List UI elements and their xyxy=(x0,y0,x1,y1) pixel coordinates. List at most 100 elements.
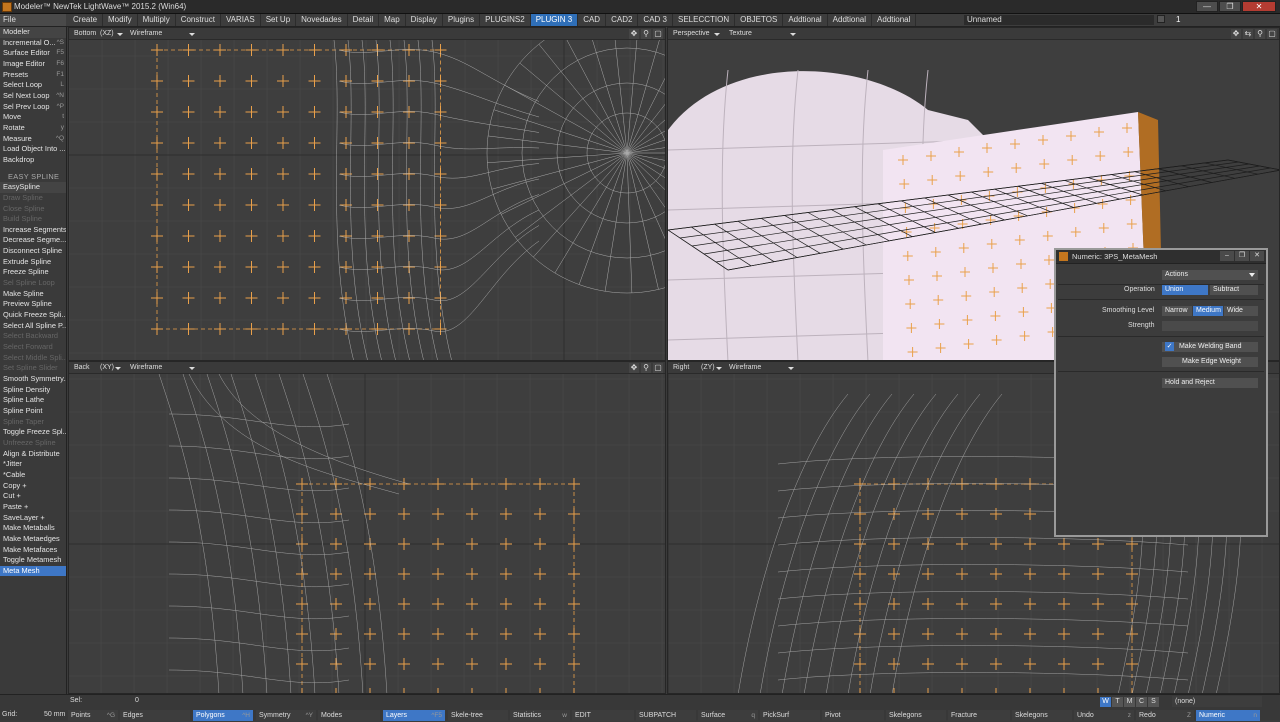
mode-button-c[interactable]: C xyxy=(1136,697,1147,707)
surface-select[interactable]: (none) xyxy=(1172,696,1262,707)
maximize-icon[interactable]: ▢ xyxy=(653,363,663,373)
make-edge-weight-button[interactable]: Make Edge Weight xyxy=(1162,357,1258,367)
sidebar-item-cut[interactable]: Cut + xyxy=(0,491,66,502)
tool-layers-button[interactable]: Layers ^F5 xyxy=(383,710,445,721)
sidebar-item-image-editor[interactable]: Image Editor F6 xyxy=(0,59,66,70)
tab-cad-3[interactable]: CAD 3 xyxy=(638,14,673,26)
sidebar-item-paste[interactable]: Paste + xyxy=(0,502,66,513)
tab-plugin-3[interactable]: PLUGIN 3 xyxy=(530,14,579,26)
tab-map[interactable]: Map xyxy=(379,14,406,26)
tab-multiply[interactable]: Multiply xyxy=(138,14,176,26)
sidebar-item-make-metaballs[interactable]: Make Metaballs xyxy=(0,523,66,534)
sidebar-item-meta-mesh[interactable]: Meta Mesh xyxy=(0,565,66,577)
axes-select[interactable]: (ZY) xyxy=(698,363,724,373)
sidebar-item-preview-spline[interactable]: Preview Spline xyxy=(0,299,66,310)
tool-pivot-button[interactable]: Pivot xyxy=(822,710,884,721)
sidebar-item-set-spline-slider[interactable]: Set Spline Slider xyxy=(0,363,66,374)
sidebar-item-load-object-into[interactable]: Load Object Into ... xyxy=(0,144,66,155)
maximize-icon[interactable]: ▢ xyxy=(653,29,663,39)
zoom-icon[interactable]: ⚲ xyxy=(641,29,651,39)
sidebar-item-toggle-freeze-spl[interactable]: Toggle Freeze Spl... xyxy=(0,427,66,438)
sidebar-item-spline-taper[interactable]: Spline Taper xyxy=(0,417,66,428)
sidebar-item-rotate[interactable]: Rotate y xyxy=(0,123,66,134)
object-select[interactable]: Unnamed xyxy=(964,15,1154,25)
mode-button-s[interactable]: S xyxy=(1148,697,1159,707)
render-mode-select[interactable]: Wireframe xyxy=(726,363,796,373)
sidebar-item-disconnect-spline[interactable]: Disconnect Spline xyxy=(0,246,66,257)
zoom-icon[interactable]: ⚲ xyxy=(641,363,651,373)
tool-subpatch-button[interactable]: SUBPATCH xyxy=(636,710,696,721)
tool-skelegons-button[interactable]: Skelegons xyxy=(1012,710,1072,721)
sidebar-item-easyspline[interactable]: EasySpline xyxy=(0,182,66,193)
tool-edit-button[interactable]: EDIT xyxy=(572,710,634,721)
sidebar-item-make-metafaces[interactable]: Make Metafaces xyxy=(0,545,66,556)
tab-display[interactable]: Display xyxy=(406,14,443,26)
smoothing-wide-button[interactable]: Wide xyxy=(1224,306,1258,316)
sidebar-item-build-spline[interactable]: Build Spline xyxy=(0,214,66,225)
mode-button-m[interactable]: M xyxy=(1124,697,1135,707)
sidebar-item-make-metaedges[interactable]: Make Metaedges xyxy=(0,534,66,545)
tool-fracture-button[interactable]: Fracture xyxy=(948,710,1010,721)
tab-varias[interactable]: VARIAS xyxy=(221,14,261,26)
sidebar-item-jitter[interactable]: *Jitter xyxy=(0,459,66,470)
sidebar-item-spline-point[interactable]: Spline Point xyxy=(0,406,66,417)
tool-statistics-button[interactable]: Statistics w xyxy=(510,710,570,721)
tab-plugins[interactable]: Plugins xyxy=(443,14,481,26)
sidebar-item-cable[interactable]: *Cable xyxy=(0,470,66,481)
sidebar-item-sel-prev-loop[interactable]: Sel Prev Loop ^P xyxy=(0,102,66,113)
tab-plugins2[interactable]: PLUGINS2 xyxy=(480,14,531,26)
axes-select[interactable]: (XZ) xyxy=(97,29,125,39)
smoothing-narrow-button[interactable]: Narrow xyxy=(1162,306,1192,316)
tool-modes-button[interactable]: Modes xyxy=(318,710,380,721)
move-icon[interactable]: ⇆ xyxy=(1243,29,1253,39)
tab-create[interactable]: Create xyxy=(68,14,104,26)
tool-points-button[interactable]: Points ^G xyxy=(68,710,118,721)
smoothing-medium-button[interactable]: Medium xyxy=(1193,306,1223,316)
sidebar-item-decrease-segme[interactable]: Decrease Segme... xyxy=(0,235,66,246)
sidebar-item-presets[interactable]: Presets F1 xyxy=(0,70,66,81)
view-select[interactable]: Bottom xyxy=(71,29,97,39)
sidebar-item-close-spline[interactable]: Close Spline xyxy=(0,204,66,215)
render-mode-select[interactable]: Texture xyxy=(726,29,798,39)
tab-selecction[interactable]: SELECCTION xyxy=(673,14,736,26)
numeric-title-bar[interactable]: Numeric: 3PS_MetaMesh – ❐ ✕ xyxy=(1056,250,1266,264)
sidebar-item-extrude-spline[interactable]: Extrude Spline xyxy=(0,257,66,268)
viewport-bottom[interactable]: Bottom (XZ) Wireframe ✥ ⚲ ▢ xyxy=(68,27,666,361)
sidebar-item-select-forward[interactable]: Select Forward xyxy=(0,342,66,353)
move-icon[interactable]: ✥ xyxy=(629,29,639,39)
sidebar-item-increase-segments[interactable]: Increase Segments xyxy=(0,225,66,236)
sidebar-item-quick-freeze-spli[interactable]: Quick Freeze Spli... xyxy=(0,310,66,321)
sidebar-item-measure[interactable]: Measure ^Q xyxy=(0,134,66,145)
sidebar-item-select-middle-spli[interactable]: Select Middle Spli... xyxy=(0,353,66,364)
tab-construct[interactable]: Construct xyxy=(176,14,221,26)
tab-addtional[interactable]: Addtional xyxy=(872,14,917,26)
sidebar-item-select-loop[interactable]: Select Loop L xyxy=(0,80,66,91)
view-select[interactable]: Right xyxy=(670,363,696,373)
close-button[interactable]: ✕ xyxy=(1242,1,1276,12)
rotate-icon[interactable]: ✥ xyxy=(1231,29,1241,39)
zoom-icon[interactable]: ⚲ xyxy=(1255,29,1265,39)
view-select[interactable]: Back xyxy=(71,363,95,373)
mode-button-w[interactable]: W xyxy=(1100,697,1111,707)
sidebar-item-incremental-o[interactable]: Incremental O... ^S xyxy=(0,38,66,49)
sidebar-item-savelayer[interactable]: SaveLayer + xyxy=(0,513,66,524)
make-welding-band-toggle[interactable]: ✓ Make Welding Band xyxy=(1162,342,1258,352)
sidebar-item-surface-editor[interactable]: Surface Editor F5 xyxy=(0,48,66,59)
view-select[interactable]: Perspective xyxy=(670,29,722,39)
minimize-button[interactable]: — xyxy=(1196,1,1218,12)
sidebar-item-sel-spline-loop[interactable]: Sel Spline Loop xyxy=(0,278,66,289)
sidebar-item-align-distribute[interactable]: Align & Distribute xyxy=(0,449,66,460)
operation-subtract-button[interactable]: Subtract xyxy=(1210,285,1258,295)
tool-symmetry-button[interactable]: Symmetry ^Y xyxy=(256,710,316,721)
sidebar-item-select-all-spline-p[interactable]: Select All Spline P... xyxy=(0,321,66,332)
layer-foreground-button[interactable] xyxy=(1157,15,1165,23)
tab-cad2[interactable]: CAD2 xyxy=(606,14,639,26)
maximize-button[interactable]: ❐ xyxy=(1219,1,1241,12)
tab-addtional[interactable]: Addtional xyxy=(783,14,828,26)
tab-modify[interactable]: Modify xyxy=(103,14,138,26)
tool-polygons-button[interactable]: Polygons ^H xyxy=(193,710,253,721)
tool-skele-tree-button[interactable]: Skele-tree xyxy=(448,710,508,721)
hold-and-reject-button[interactable]: Hold and Reject xyxy=(1162,378,1258,388)
tool-surface-button[interactable]: Surface q xyxy=(698,710,758,721)
maximize-icon[interactable]: ▢ xyxy=(1267,29,1277,39)
